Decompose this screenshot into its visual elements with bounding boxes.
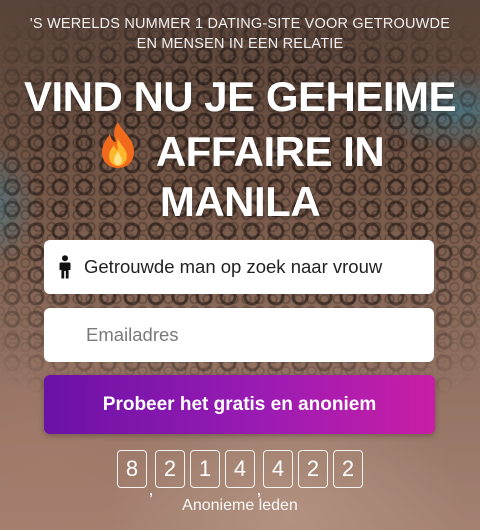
counter-digit: 1 (190, 450, 220, 488)
tagline-line-2: EN MENSEN IN EEN RELATIE (136, 36, 344, 52)
submit-button[interactable]: Probeer het gratis en anoniem (44, 375, 435, 434)
relationship-status-select[interactable]: Getrouwde man op zoek naar vrouw (44, 240, 434, 294)
headline-line-2: AFFAIRE IN (155, 128, 385, 175)
counter-separator: , (148, 479, 154, 499)
counter-digit: 2 (298, 450, 329, 488)
tagline: 'S WERELDS NUMMER 1 DATING-SITE VOOR GET… (20, 14, 460, 54)
fire-icon (96, 120, 140, 179)
counter-digit: 2 (333, 450, 364, 488)
headline-line-2-wrap: AFFAIRE IN (20, 120, 460, 179)
headline-line-1: VIND NU JE GEHEIME (23, 73, 457, 120)
hero-section: 'S WERELDS NUMMER 1 DATING-SITE VOOR GET… (0, 0, 480, 530)
tagline-line-1: 'S WERELDS NUMMER 1 DATING-SITE VOOR GET… (29, 16, 451, 32)
headline-line-3: MANILA (159, 178, 321, 225)
person-icon (59, 255, 71, 279)
relationship-status-value: Getrouwde man op zoek naar vrouw (84, 256, 383, 277)
counter-digit: 4 (225, 450, 255, 488)
counter-separator: , (256, 479, 262, 499)
email-field[interactable] (44, 308, 434, 362)
member-counter-label: Anonieme leden (182, 497, 298, 514)
counter-digit: 2 (155, 450, 185, 488)
member-counter: 8 , 2 1 4 , 4 2 2 (0, 450, 480, 498)
counter-digit: 4 (263, 450, 294, 488)
email-input[interactable] (84, 323, 408, 347)
counter-digit: 8 (116, 450, 147, 488)
headline: VIND NU JE GEHEIME AFFAIRE IN MANILA (20, 74, 460, 225)
